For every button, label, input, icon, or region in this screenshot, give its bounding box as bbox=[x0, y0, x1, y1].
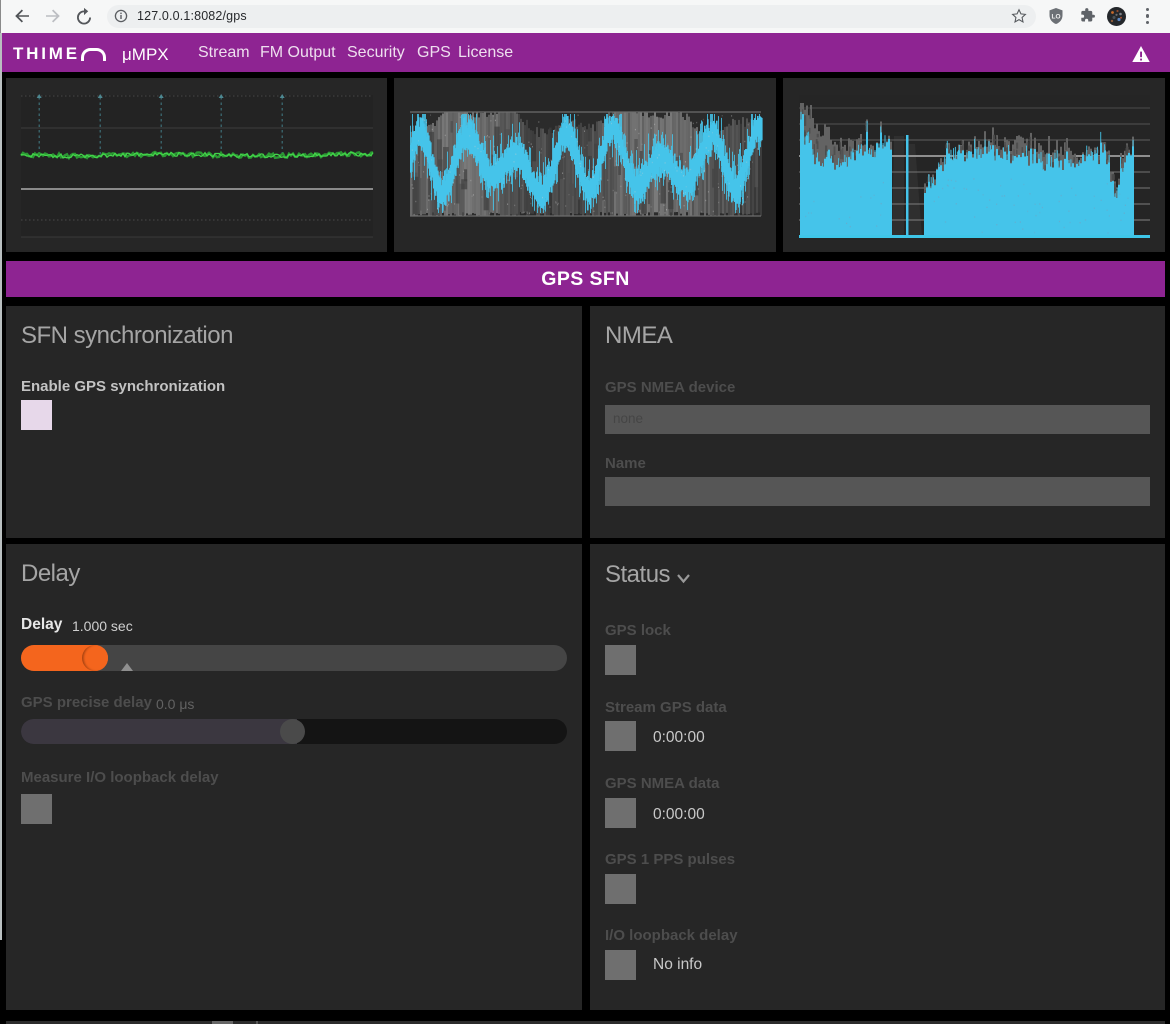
svg-text:LO: LO bbox=[1051, 14, 1060, 21]
